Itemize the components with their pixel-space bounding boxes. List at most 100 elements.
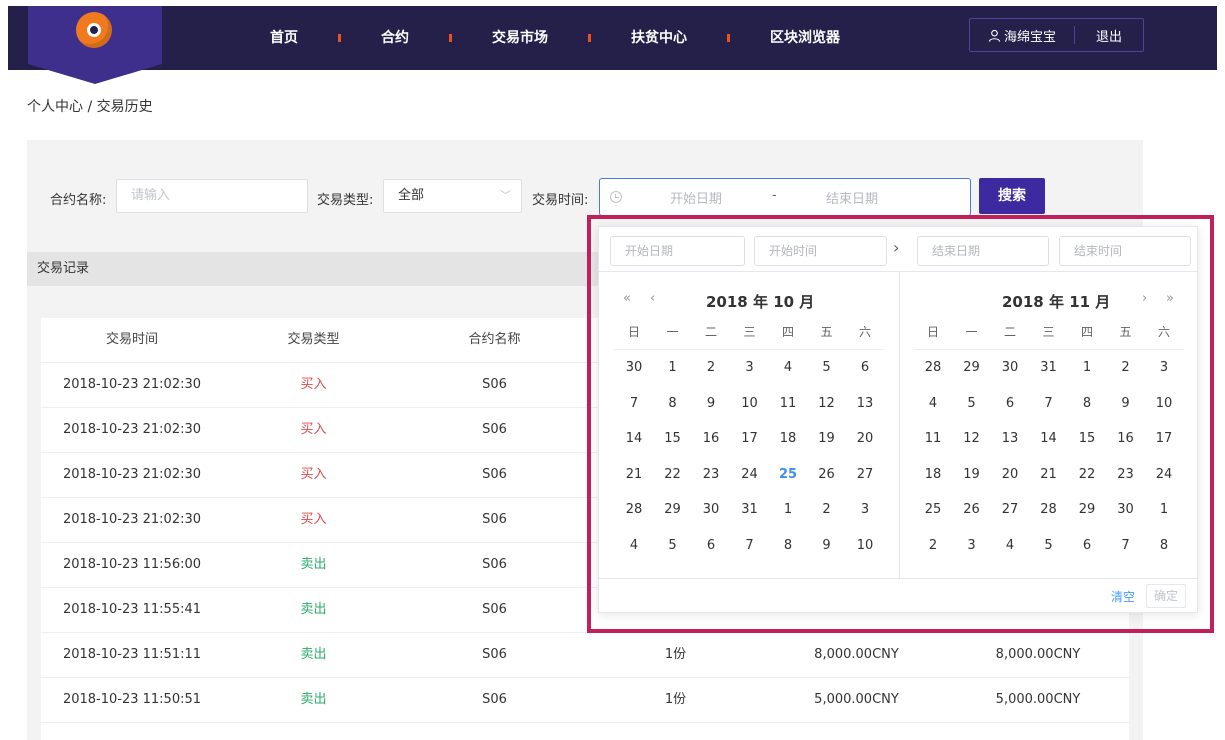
nav-poverty-center[interactable]: 扶贫中心 [631, 28, 687, 48]
user-menu[interactable]: 海绵宝宝 [970, 26, 1075, 45]
calendar-day[interactable]: 25 [769, 467, 807, 482]
calendar-day[interactable]: 8 [654, 396, 692, 411]
calendar-day[interactable]: 15 [1068, 431, 1106, 446]
calendar-day[interactable]: 4 [991, 538, 1029, 553]
calendar-day[interactable]: 8 [769, 538, 807, 553]
calendar-day[interactable]: 27 [991, 502, 1029, 517]
nav-contract[interactable]: 合约 [381, 28, 409, 48]
calendar-day[interactable]: 26 [953, 502, 991, 517]
calendar-day[interactable]: 8 [1068, 396, 1106, 411]
calendar-day[interactable]: 9 [808, 538, 846, 553]
calendar-day[interactable]: 25 [914, 502, 952, 517]
calendar-day[interactable]: 7 [1030, 396, 1068, 411]
calendar-day[interactable]: 20 [846, 431, 884, 446]
calendar-day[interactable]: 13 [846, 396, 884, 411]
calendar-day[interactable]: 17 [731, 431, 769, 446]
calendar-day[interactable]: 31 [1030, 360, 1068, 375]
calendar-day[interactable]: 18 [914, 467, 952, 482]
nav-market[interactable]: 交易市场 [492, 28, 548, 48]
calendar-day[interactable]: 19 [808, 431, 846, 446]
search-button[interactable]: 搜索 [979, 178, 1045, 214]
calendar-day[interactable]: 1 [1068, 360, 1106, 375]
calendar-day[interactable]: 30 [1107, 502, 1145, 517]
calendar-day[interactable]: 2 [1107, 360, 1145, 375]
calendar-day[interactable]: 16 [692, 431, 730, 446]
calendar-day[interactable]: 29 [1068, 502, 1106, 517]
prev-year-icon[interactable]: « [623, 291, 631, 306]
next-month-icon[interactable]: › [1142, 291, 1147, 306]
calendar-day[interactable]: 1 [769, 502, 807, 517]
calendar-day[interactable]: 2 [692, 360, 730, 375]
calendar-day[interactable]: 3 [1145, 360, 1183, 375]
calendar-day[interactable]: 23 [1107, 467, 1145, 482]
calendar-day[interactable]: 6 [692, 538, 730, 553]
calendar-day[interactable]: 13 [991, 431, 1029, 446]
calendar-day[interactable]: 21 [1030, 467, 1068, 482]
next-year-icon[interactable]: » [1166, 291, 1174, 306]
calendar-day[interactable]: 11 [769, 396, 807, 411]
calendar-day[interactable]: 14 [615, 431, 653, 446]
calendar-day[interactable]: 29 [953, 360, 991, 375]
calendar-day[interactable]: 24 [731, 467, 769, 482]
calendar-day[interactable]: 9 [692, 396, 730, 411]
calendar-day[interactable]: 3 [846, 502, 884, 517]
calendar-day[interactable]: 8 [1145, 538, 1183, 553]
calendar-day[interactable]: 11 [914, 431, 952, 446]
calendar-day[interactable]: 5 [953, 396, 991, 411]
picker-start-date-input[interactable]: 开始日期 [610, 236, 745, 266]
calendar-day[interactable]: 20 [991, 467, 1029, 482]
calendar-day[interactable]: 28 [914, 360, 952, 375]
calendar-day[interactable]: 10 [846, 538, 884, 553]
calendar-day[interactable]: 14 [1030, 431, 1068, 446]
calendar-day[interactable]: 4 [615, 538, 653, 553]
calendar-day[interactable]: 31 [731, 502, 769, 517]
calendar-day[interactable]: 10 [731, 396, 769, 411]
calendar-day[interactable]: 15 [654, 431, 692, 446]
calendar-day[interactable]: 27 [846, 467, 884, 482]
calendar-day[interactable]: 3 [731, 360, 769, 375]
picker-end-date-input[interactable]: 结束日期 [917, 236, 1049, 266]
calendar-day[interactable]: 23 [692, 467, 730, 482]
calendar-day[interactable]: 5 [1030, 538, 1068, 553]
calendar-day[interactable]: 7 [615, 396, 653, 411]
date-range-input[interactable]: 开始日期 - 结束日期 [599, 178, 971, 216]
calendar-day[interactable]: 5 [808, 360, 846, 375]
clear-button[interactable]: 清空 [1111, 588, 1135, 605]
nav-home[interactable]: 首页 [270, 28, 298, 48]
trade-type-select[interactable]: 全部 ﹀ [383, 179, 522, 213]
contract-name-input[interactable]: 请输入 [116, 179, 308, 213]
calendar-day[interactable]: 17 [1145, 431, 1183, 446]
calendar-day[interactable]: 4 [769, 360, 807, 375]
logout-link[interactable]: 退出 [1075, 26, 1143, 45]
picker-start-time-input[interactable]: 开始时间 [754, 236, 887, 266]
calendar-day[interactable]: 6 [846, 360, 884, 375]
calendar-day[interactable]: 10 [1145, 396, 1183, 411]
calendar-day[interactable]: 9 [1107, 396, 1145, 411]
picker-end-time-input[interactable]: 结束时间 [1059, 236, 1191, 266]
calendar-day[interactable]: 30 [692, 502, 730, 517]
calendar-day[interactable]: 1 [1145, 502, 1183, 517]
calendar-day[interactable]: 2 [808, 502, 846, 517]
calendar-day[interactable]: 18 [769, 431, 807, 446]
calendar-day[interactable]: 30 [991, 360, 1029, 375]
calendar-day[interactable]: 3 [953, 538, 991, 553]
calendar-day[interactable]: 24 [1145, 467, 1183, 482]
calendar-day[interactable]: 30 [615, 360, 653, 375]
calendar-day[interactable]: 21 [615, 467, 653, 482]
calendar-day[interactable]: 5 [654, 538, 692, 553]
confirm-button[interactable]: 确定 [1146, 584, 1186, 608]
calendar-day[interactable]: 6 [1068, 538, 1106, 553]
calendar-day[interactable]: 12 [808, 396, 846, 411]
calendar-day[interactable]: 29 [654, 502, 692, 517]
calendar-day[interactable]: 22 [654, 467, 692, 482]
calendar-day[interactable]: 28 [1030, 502, 1068, 517]
calendar-day[interactable]: 12 [953, 431, 991, 446]
calendar-day[interactable]: 7 [731, 538, 769, 553]
calendar-day[interactable]: 22 [1068, 467, 1106, 482]
calendar-day[interactable]: 26 [808, 467, 846, 482]
calendar-day[interactable]: 2 [914, 538, 952, 553]
calendar-day[interactable]: 16 [1107, 431, 1145, 446]
calendar-day[interactable]: 28 [615, 502, 653, 517]
calendar-day[interactable]: 19 [953, 467, 991, 482]
calendar-day[interactable]: 7 [1107, 538, 1145, 553]
